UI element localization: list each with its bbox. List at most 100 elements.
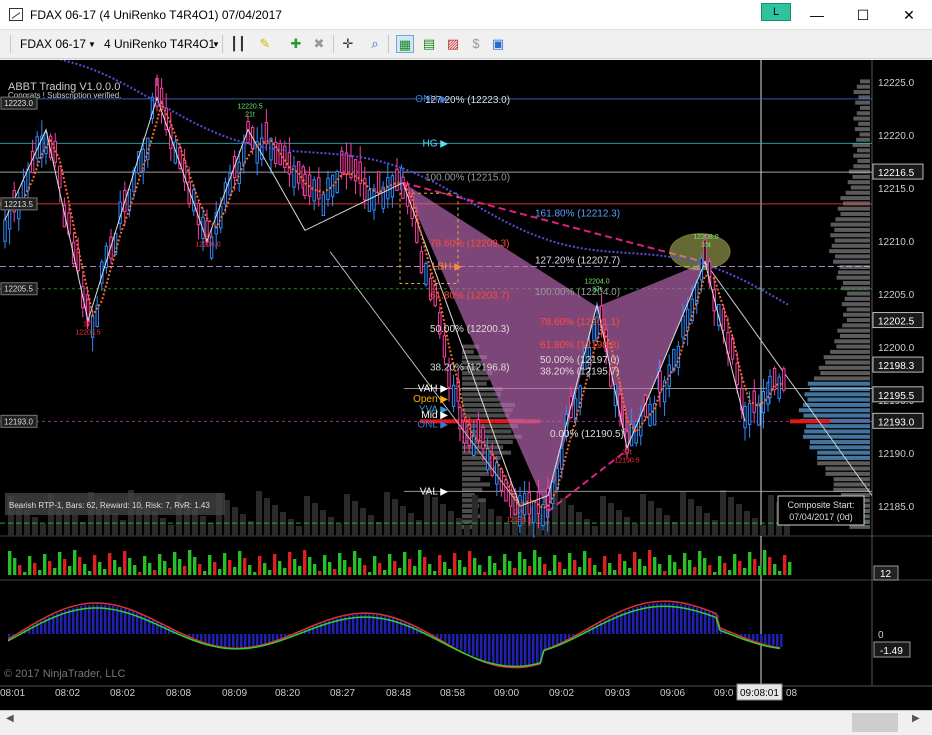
volume-profile-bar: [834, 339, 870, 344]
volume-shadow-bar: [344, 494, 350, 536]
volume-profile-bar: [859, 132, 870, 137]
volume-profile-bar: [802, 402, 870, 407]
oscillator-histogram-bar: [752, 634, 755, 641]
data-box-icon[interactable]: $: [467, 35, 485, 53]
templates-icon[interactable]: ▨: [444, 35, 462, 53]
volume-profile-bar: [807, 381, 870, 386]
oscillator-histogram-bar: [556, 634, 559, 645]
price-bar: [485, 448, 490, 471]
oscillator-histogram-bar: [748, 634, 751, 640]
scrollbar-thumb[interactable]: [852, 713, 898, 732]
volume-bar: [158, 554, 162, 575]
volume-bar: [313, 564, 317, 575]
oscillator-histogram-bar: [76, 606, 79, 634]
oscillator-histogram-bar: [228, 634, 231, 648]
instrument-selector[interactable]: FDAX 06-17: [20, 37, 86, 51]
price-marker-label: 12195.5: [878, 391, 915, 402]
oscillator-histogram-bar: [760, 634, 763, 643]
volume-bar: [453, 553, 457, 575]
oscillator-histogram-bar: [644, 604, 647, 634]
time-axis-label: 08:08: [166, 688, 191, 699]
scroll-left-icon[interactable]: ◀: [6, 713, 14, 724]
volume-shadow-bar: [240, 514, 246, 536]
instrument-dropdown-icon[interactable]: ▼: [88, 40, 96, 49]
oscillator-histogram-bar: [468, 634, 471, 655]
volume-bar: [238, 551, 242, 575]
bar-type-selector[interactable]: 4 UniRenko T4R4O1: [104, 37, 215, 51]
strategies-icon[interactable]: ▤: [420, 35, 438, 53]
add-marker-icon[interactable]: ✚: [287, 35, 305, 53]
oscillator-histogram-bar: [408, 623, 411, 634]
session-profile-bar: [462, 392, 501, 397]
volume-bar: [83, 564, 87, 575]
session-profile-bar: [462, 413, 510, 418]
volume-shadow-bar: [568, 505, 574, 536]
volume-profile-bar: [847, 180, 870, 185]
remove-marker-icon[interactable]: ✖: [310, 35, 328, 53]
volume-profile-bar: [807, 397, 870, 402]
scroll-right-icon[interactable]: ▶: [912, 713, 920, 724]
volume-shadow-bar: [688, 499, 694, 536]
oscillator-histogram-bar: [532, 634, 535, 665]
volume-shadow-bar: [72, 515, 78, 536]
minimize-button[interactable]: —: [794, 0, 840, 30]
volume-shadow-bar: [288, 519, 294, 536]
volume-profile-bar: [850, 185, 870, 190]
link-badge-button[interactable]: L: [761, 3, 791, 21]
volume-bar: [763, 550, 767, 575]
price-chart[interactable]: 127.20% (12223.0)100.00% (12215.0)161.80…: [0, 60, 932, 710]
horizontal-scrollbar[interactable]: [0, 710, 932, 735]
properties-icon[interactable]: ▣: [489, 35, 507, 53]
price-axis-label: 12185.0: [878, 502, 915, 513]
volume-bar: [183, 566, 187, 575]
volume-shadow-bar: [560, 498, 566, 536]
volume-profile-bar: [852, 174, 870, 179]
price-bar: [508, 484, 513, 507]
volume-shadow-bar: [208, 523, 214, 536]
price-bar: [376, 171, 381, 194]
crosshair-icon[interactable]: ✛: [339, 35, 357, 53]
volume-profile-bar: [804, 392, 870, 397]
volume-bar: [373, 556, 377, 575]
volume-profile-bar: [802, 434, 870, 439]
chart-window-icon: [9, 8, 23, 21]
volume-bar: [218, 569, 222, 575]
oscillator-histogram-bar: [444, 634, 447, 642]
oscillator-histogram-bar: [536, 634, 539, 664]
oscillator-histogram-bar: [528, 634, 531, 666]
zoom-icon[interactable]: ⌕: [366, 35, 384, 53]
volume-bar: [393, 561, 397, 575]
price-bar: [401, 176, 405, 199]
volume-bar: [523, 559, 527, 575]
volume-bar: [378, 563, 382, 575]
volume-bar: [508, 561, 512, 575]
close-button[interactable]: ✕: [886, 0, 932, 30]
volume-shadow-bar: [584, 519, 590, 536]
chart-style-icon[interactable]: ┃┃: [229, 35, 247, 53]
time-axis-label: 08:01: [0, 688, 25, 699]
key-level-label: LBH ▶: [432, 261, 462, 272]
volume-bar: [468, 551, 472, 575]
volume-profile-bar: [858, 121, 870, 126]
session-profile-bar: [462, 471, 490, 476]
chart-panel[interactable]: 127.20% (12223.0) 100.00% (12215.0) 161.80…: [0, 60, 932, 710]
oscillator-histogram-bar: [768, 634, 771, 645]
indicators-icon[interactable]: ▦: [396, 35, 414, 53]
drawing-tool-icon[interactable]: ✎: [256, 35, 274, 53]
maximize-button[interactable]: ☐: [840, 0, 886, 30]
bar-type-dropdown-icon[interactable]: ▼: [212, 40, 220, 49]
volume-bar: [428, 564, 432, 575]
price-bar: [573, 398, 578, 421]
volume-bar: [368, 572, 372, 575]
price-bar: [777, 376, 781, 399]
price-bar: [662, 380, 667, 403]
volume-bar: [303, 550, 307, 575]
price-bar: [681, 315, 685, 338]
volume-shadow-bar: [368, 515, 374, 536]
oscillator-histogram-bar: [656, 603, 659, 634]
volume-bar: [253, 572, 257, 575]
volume-bar: [608, 563, 612, 575]
volume-bar: [603, 556, 607, 575]
volume-shadow-bar: [376, 522, 382, 536]
volume-shadow-bar: [456, 518, 462, 536]
